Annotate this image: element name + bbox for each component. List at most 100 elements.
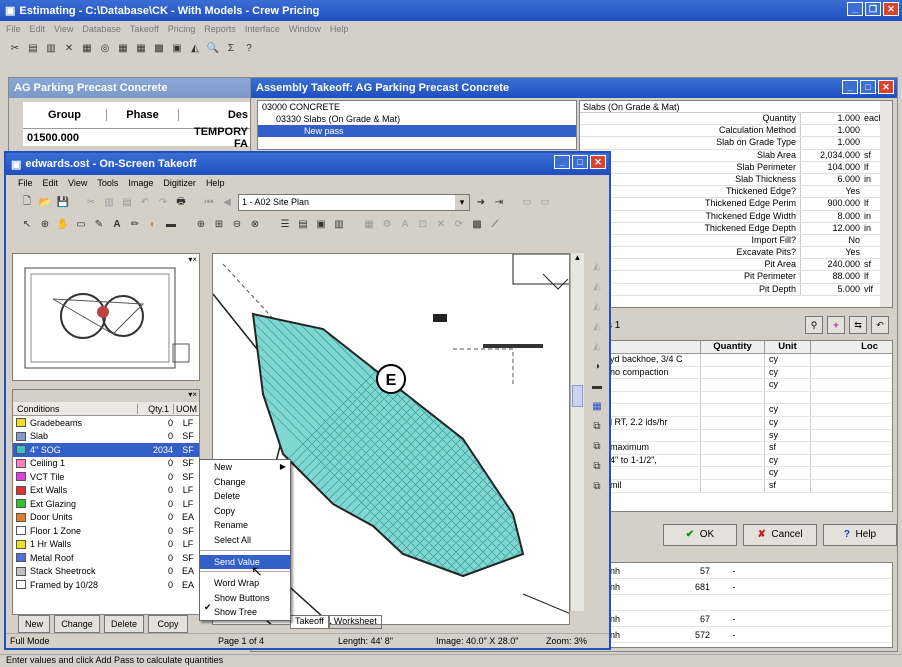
table-row[interactable]: yd backhoe, 3/4 C cy [608,354,892,367]
ctx-new[interactable]: New [200,460,290,475]
property-row[interactable]: Slab on Grade Type 1.000 [580,137,892,150]
stack-icon[interactable]: ▣ [314,217,328,231]
ost-menu-view[interactable]: View [68,178,87,188]
table-row[interactable]: cy [608,379,892,392]
ost-menu-digitizer[interactable]: Digitizer [163,178,196,188]
sum-icon[interactable]: Σ [224,41,238,55]
change-condition-button[interactable]: Change [54,615,100,633]
layers-icon[interactable]: ▤ [296,217,310,231]
cost-row[interactable]: nh 67 - [608,611,892,627]
condition-row[interactable]: VCT Tile 0 SF [13,470,199,484]
maximize-icon[interactable]: □ [860,80,876,94]
menu-window[interactable]: Window [289,24,321,34]
open-icon[interactable]: 📂 [38,195,52,209]
columns-icon[interactable]: ▥ [332,217,346,231]
marker-icon[interactable]: ▬ [164,217,178,231]
property-value[interactable]: 1.000 [800,137,862,149]
image-icon[interactable]: ▩ [470,217,484,231]
ruler-icon[interactable]: ◭ [188,41,202,55]
menu-file[interactable]: File [6,24,21,34]
property-row[interactable]: Excavate Pits? Yes [580,247,892,260]
minimize-icon[interactable]: _ [842,80,858,94]
ctx-change[interactable]: Change [200,475,290,490]
grid-tool-icon[interactable]: ▦ [362,217,376,231]
menu-help[interactable]: Help [330,24,349,34]
menu-edit[interactable]: Edit [30,24,46,34]
ost-menu-edit[interactable]: Edit [43,178,59,188]
property-value[interactable]: 104.000 [800,161,862,173]
property-row[interactable]: Thickened Edge Width 8.000 in [580,210,892,223]
condition-row[interactable]: Floor 1 Zone 0 SF [13,524,199,538]
condition-row[interactable]: 4" SOG 2034 SF [13,443,199,457]
condition-row[interactable]: Ext Glazing 0 LF [13,497,199,511]
ost-menu-tools[interactable]: Tools [97,178,118,188]
condition-row[interactable]: Ext Walls 0 LF [13,484,199,498]
tool-h-icon[interactable]: ▦ [590,399,604,413]
tool-f-icon[interactable]: ◑ [590,359,604,373]
last-page-icon[interactable]: ⇥ [492,195,506,209]
property-row[interactable]: Quantity 1.000 each [580,113,892,126]
table-row[interactable]: 4" to 1-1/2", cy [608,454,892,468]
condition-row[interactable]: Metal Roof 0 SF [13,551,199,565]
save-icon[interactable]: 💾 [56,195,70,209]
crop-icon[interactable]: ⊡ [416,217,430,231]
tool-j-icon[interactable]: ⧉ [590,439,604,453]
new-condition-button[interactable]: New [18,615,50,633]
ag-cell-group[interactable]: 01500.000 [23,132,107,144]
help-icon[interactable]: ? [242,41,256,55]
property-value[interactable]: 240.000 [800,259,862,271]
delete-condition-button[interactable]: Delete [104,615,144,633]
col-conditions[interactable]: Conditions [13,404,137,414]
menu-interface[interactable]: Interface [245,24,280,34]
grid-icon[interactable]: ▦ [116,41,130,55]
thumbnail-panel[interactable]: ▾× [12,253,200,381]
property-value[interactable]: 6.000 [800,173,862,186]
menu-takeoff[interactable]: Takeoff [130,24,159,34]
ctx-copy[interactable]: Copy [200,504,290,519]
ctx-select-all[interactable]: Select All [200,533,290,548]
menu-pricing[interactable]: Pricing [168,24,196,34]
property-row[interactable]: Pit Depth 5.000 vlf [580,283,892,296]
maximize-icon[interactable]: □ [572,155,588,169]
tool-k-icon[interactable]: ⧉ [590,459,604,473]
paste-icon[interactable]: ▤ [26,41,40,55]
tree-item-concrete[interactable]: 03000 CONCRETE [258,101,576,113]
close-icon[interactable]: ✕ [878,80,894,94]
ag-cell-desc[interactable]: TEMPORY FA [179,126,252,150]
ctx-show-tree[interactable]: Show Tree [200,605,290,620]
property-row[interactable]: Slab Perimeter 104.000 lf [580,161,892,174]
new-file-icon[interactable]: 🗋 [20,195,34,209]
condition-row[interactable]: Framed by 10/28 0 EA [13,578,199,592]
menu-view[interactable]: View [54,24,73,34]
tab-takeoff[interactable]: Takeoff [290,615,329,629]
property-row[interactable]: Slab Area 2,034.000 sf [580,149,892,162]
property-value[interactable]: 900.000 [800,198,862,210]
cancel-tool-icon[interactable]: ✕ [434,217,448,231]
scroll-thumb[interactable] [572,385,583,407]
item-qty[interactable] [700,454,764,467]
cost-row[interactable]: nh 572 - [608,627,892,643]
table-row[interactable]: cy [608,404,892,417]
cost-row[interactable] [608,595,892,611]
undo-icon[interactable]: ↶ [138,195,152,209]
add-pass-button[interactable]: + [827,316,845,334]
binoculars-icon[interactable]: ◎ [98,41,112,55]
ctx-show-buttons[interactable]: Show Buttons [200,591,290,606]
condition-row[interactable]: Gradebeams 0 LF [13,416,199,430]
ost-menu-help[interactable]: Help [206,178,225,188]
close-icon[interactable]: ✕ [883,2,899,16]
table-row[interactable]: mil sf [608,479,892,493]
property-value[interactable]: 2,034.000 [800,149,862,161]
ag-col-desc[interactable]: Des [179,109,252,121]
first-page-icon[interactable]: ⏮ [202,195,216,209]
property-value[interactable]: 12.000 [800,222,862,234]
text-icon[interactable]: A [110,217,124,231]
chart-icon[interactable]: ▩ [152,41,166,55]
search-icon[interactable]: 🔍 [206,41,220,55]
minimize-icon[interactable]: _ [554,155,570,169]
col-unit[interactable]: Unit [764,341,810,353]
delete-icon[interactable]: ✕ [62,41,76,55]
pointer-icon[interactable]: ↖ [20,217,34,231]
zoom-out-icon[interactable]: ⊖ [230,217,244,231]
property-value[interactable]: 1.000 [800,113,862,125]
